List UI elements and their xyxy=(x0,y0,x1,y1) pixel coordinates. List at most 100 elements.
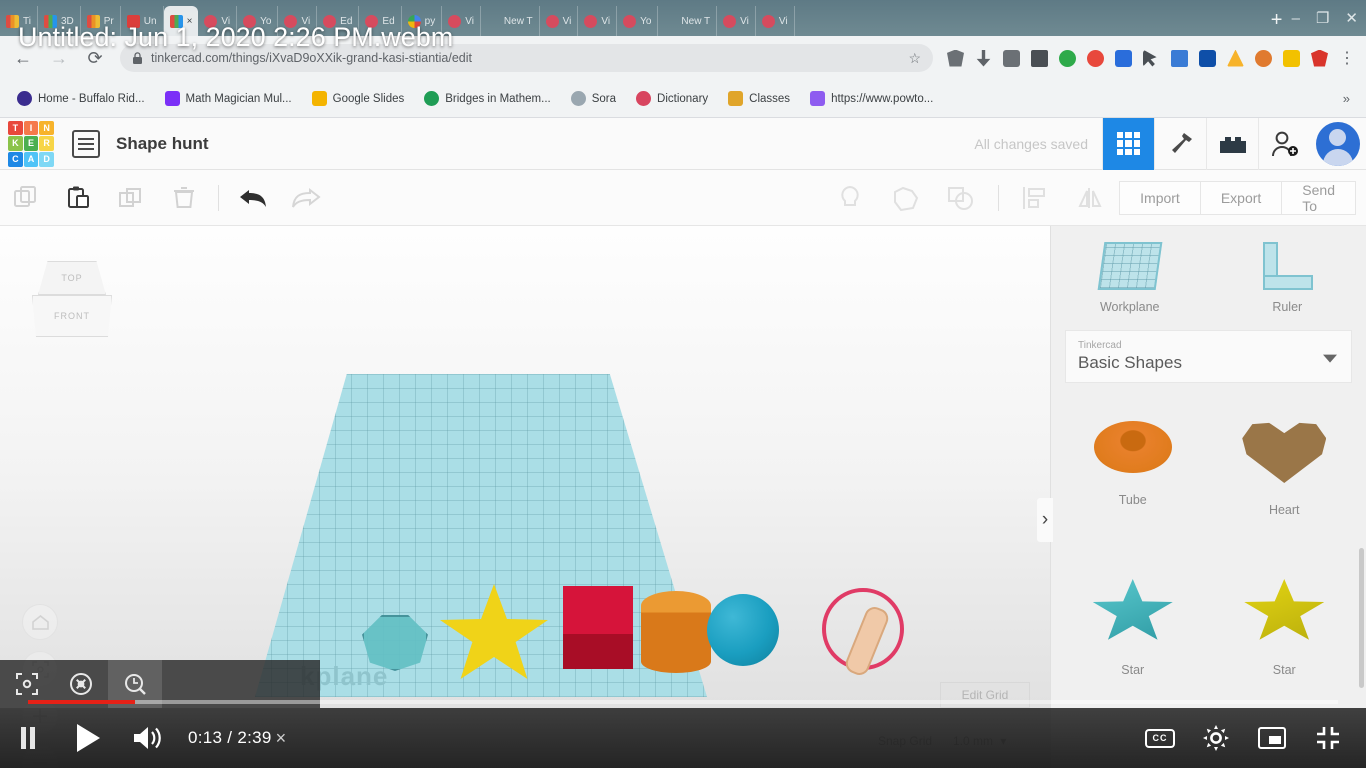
shield-red-extension-icon[interactable] xyxy=(1311,49,1328,67)
bookmark-item[interactable]: https://www.powto... xyxy=(803,88,940,109)
close-player-button[interactable]: × xyxy=(276,728,287,749)
math-icon xyxy=(164,91,180,106)
tinkercad-logo[interactable]: TIN KER CAD xyxy=(4,117,58,171)
browser-tab[interactable]: Vi xyxy=(717,6,756,36)
redo-button xyxy=(284,180,329,216)
blue-extension-icon[interactable] xyxy=(1115,49,1132,67)
view-cube[interactable]: TOP FRONT xyxy=(32,261,112,337)
browser-tab[interactable]: Vi xyxy=(540,6,579,36)
bookmark-label: Dictionary xyxy=(657,92,709,105)
invite-button[interactable] xyxy=(1258,117,1310,170)
view-cube-top-face[interactable]: TOP xyxy=(38,261,106,295)
bookmark-item[interactable]: Sora xyxy=(564,88,623,109)
video-player-stage: Ti 3D Pr Un × Vi Yo Vi Ed Ed py Vi New T Vi Vi Yo New TV… xyxy=(0,0,1366,768)
toolbar-import-button[interactable]: Import xyxy=(1119,180,1200,215)
download-icon[interactable] xyxy=(976,49,991,67)
browser-tab[interactable]: Vi xyxy=(756,6,795,36)
grid-view-button[interactable] xyxy=(1102,117,1154,170)
green-extension-icon[interactable] xyxy=(1059,49,1076,67)
browser-tab-label: Yo xyxy=(640,15,652,27)
mirror-button[interactable] xyxy=(1067,180,1115,216)
pause-button[interactable] xyxy=(0,708,56,768)
edit-grid-button[interactable]: Edit Grid xyxy=(940,682,1030,708)
paste-button[interactable] xyxy=(57,180,102,216)
bookmark-star-icon[interactable]: ☆ xyxy=(908,50,921,67)
group-button[interactable] xyxy=(882,180,930,216)
workplane-tool[interactable]: Workplane xyxy=(1051,242,1209,314)
workplane-tool-label: Workplane xyxy=(1099,300,1160,314)
tinker-button[interactable] xyxy=(1154,117,1206,170)
project-list-icon[interactable] xyxy=(72,129,100,158)
bookmark-item[interactable]: Bridges in Mathem... xyxy=(417,88,557,109)
apps-grid-icon[interactable] xyxy=(1003,49,1020,67)
shape-item-star-yellow[interactable]: Star xyxy=(1209,553,1361,701)
drive-extension-icon[interactable] xyxy=(1227,49,1244,67)
gear-icon xyxy=(1203,725,1229,751)
close-window-button[interactable]: ✕ xyxy=(1345,9,1358,27)
home-view-button[interactable] xyxy=(22,604,58,640)
shape-grid: Tube Heart Star Star xyxy=(1051,383,1366,715)
cylinder-shape[interactable] xyxy=(641,591,711,673)
panel-scrollbar[interactable] xyxy=(1359,548,1364,688)
globe-icon xyxy=(424,91,440,106)
undo-button[interactable] xyxy=(231,180,276,216)
ruler-tool[interactable]: Ruler xyxy=(1209,242,1366,314)
cast-icon[interactable] xyxy=(1031,49,1048,67)
cc-icon: CC xyxy=(1145,728,1175,748)
view-cube-front-face[interactable]: FRONT xyxy=(32,295,112,337)
new-tab-button[interactable]: + xyxy=(1262,6,1292,36)
bookmark-item[interactable]: Math Magician Mul... xyxy=(158,88,299,109)
volume-button[interactable] xyxy=(120,708,176,768)
library-owner-label: Tinkercad xyxy=(1078,340,1122,351)
k-extension-icon[interactable] xyxy=(1199,49,1216,67)
ungroup-button[interactable] xyxy=(938,180,986,216)
url-text: tinkercad.com/things/iXvaD9oXXik-grand-k… xyxy=(151,51,472,65)
paint-extension-icon[interactable] xyxy=(1255,49,1272,67)
note-button[interactable] xyxy=(826,180,874,216)
bookmark-item[interactable]: Dictionary xyxy=(629,88,715,109)
toolbar-send-to-button[interactable]: Send To xyxy=(1281,180,1356,215)
chrome-menu-icon[interactable]: ⋮ xyxy=(1339,48,1355,68)
exit-fullscreen-button[interactable] xyxy=(1300,708,1356,768)
project-title[interactable]: Shape hunt xyxy=(116,134,209,154)
panel-collapse-handle[interactable]: › xyxy=(1037,498,1053,542)
video-progress-bar[interactable] xyxy=(28,700,1338,704)
box-shape[interactable] xyxy=(563,586,633,669)
lock-icon xyxy=(132,51,143,65)
browser-tab[interactable]: Vi xyxy=(578,6,618,36)
browser-tab[interactable]: New T xyxy=(658,6,718,36)
copy-button xyxy=(4,180,49,216)
toolbar-export-button[interactable]: Export xyxy=(1199,180,1282,215)
minimize-button[interactable]: – xyxy=(1292,10,1300,27)
cursor-extension-icon[interactable] xyxy=(1143,49,1157,67)
settings-button[interactable] xyxy=(1188,708,1244,768)
hammer-icon xyxy=(1166,129,1196,159)
bookmark-label: Home - Buffalo Rid... xyxy=(38,92,145,105)
red-extension-icon[interactable] xyxy=(1087,49,1104,67)
bookmark-item[interactable]: Home - Buffalo Rid... xyxy=(10,88,152,109)
picture-in-picture-button[interactable] xyxy=(1244,708,1300,768)
red-disc-favicon xyxy=(761,14,775,28)
shape-item-heart[interactable]: Heart xyxy=(1209,397,1361,545)
browser-tab[interactable]: New T xyxy=(481,6,540,36)
bookmark-item[interactable]: Classes xyxy=(721,88,797,109)
align-button[interactable] xyxy=(1011,180,1059,216)
sphere-shape[interactable] xyxy=(707,594,779,666)
browser-tab[interactable]: Yo xyxy=(617,6,659,36)
shield-extension-icon[interactable] xyxy=(947,49,964,67)
play-button[interactable] xyxy=(56,708,120,768)
maximize-button[interactable]: ❐ xyxy=(1316,9,1329,27)
moon-icon xyxy=(17,91,32,106)
bookmarks-overflow-button[interactable]: » xyxy=(1343,91,1356,106)
red-disc-favicon xyxy=(545,14,559,28)
captions-button[interactable]: CC xyxy=(1132,708,1188,768)
ruler-tool-label: Ruler xyxy=(1272,300,1303,314)
bookmark-item[interactable]: Google Slides xyxy=(305,88,412,109)
note-extension-icon[interactable] xyxy=(1171,49,1188,67)
blocks-button[interactable] xyxy=(1206,117,1258,170)
shape-item-tube[interactable]: Tube xyxy=(1057,397,1209,545)
shape-library-select[interactable]: Tinkercad Basic Shapes xyxy=(1065,330,1352,383)
shape-item-star-teal[interactable]: Star xyxy=(1057,553,1209,701)
user-avatar[interactable] xyxy=(1316,121,1360,166)
photos-extension-icon[interactable] xyxy=(1283,49,1300,67)
